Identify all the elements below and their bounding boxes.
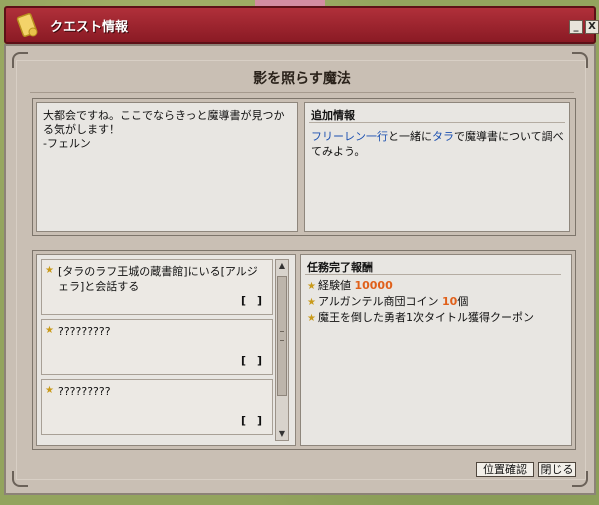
divider: [309, 122, 565, 123]
highlight-party-name: フリーレン一行: [311, 130, 388, 143]
close-window-button[interactable]: X: [585, 20, 599, 34]
quest-dialog-panel: 大都会ですね。ここでならきっと魔導書が見つかる気がします！ -フェルン: [36, 102, 298, 232]
scroll-up-icon[interactable]: ▲: [277, 261, 287, 271]
star-icon: ★: [45, 385, 54, 396]
star-icon: ★: [307, 281, 316, 292]
close-button[interactable]: 閉じる: [538, 462, 576, 477]
reward-panel: 任務完了報酬 ★ 経験値 10000 ★ アルガンテル商団コイン 10個 ★ 魔王を倒…: [300, 254, 572, 446]
reward-item: ★ 経験値 10000: [307, 279, 393, 294]
objective-text: ?????????: [58, 325, 111, 338]
star-icon: ★: [307, 313, 316, 324]
reward-name: 経験値: [317, 279, 351, 292]
additional-info-segment: と一緒に: [388, 130, 432, 143]
objective-scrollbar[interactable]: ▲ ▼: [275, 259, 289, 441]
reward-label: 任務完了報酬: [307, 261, 373, 274]
objective-text: ?????????: [58, 385, 111, 398]
objective-status: [ ]: [240, 294, 262, 307]
reward-item: ★ 魔王を倒した勇者1次タイトル獲得クーポン: [307, 311, 534, 326]
scroll-thumb[interactable]: [277, 276, 287, 396]
window-titlebar[interactable]: クエスト情報 _ X: [4, 6, 599, 44]
objective-item[interactable]: ★ ????????? [ ]: [41, 319, 273, 375]
corner-ornament: [12, 471, 28, 487]
star-icon: ★: [45, 265, 54, 276]
window-title: クエスト情報: [50, 20, 129, 35]
additional-info-text: フリーレン一行と一緒にタラで魔導書について調べてみよう。: [311, 129, 565, 159]
reward-name: アルガンテル商団コイン: [317, 295, 439, 308]
minimize-button[interactable]: _: [569, 20, 583, 34]
reward-name: 魔王を倒した勇者1次タイトル獲得クーポン: [317, 311, 534, 324]
scroll-down-icon[interactable]: ▼: [277, 429, 287, 439]
corner-ornament: [572, 52, 588, 68]
highlight-town-name: タラ: [432, 130, 454, 143]
additional-info-label: 追加情報: [311, 109, 355, 122]
objective-list-panel: ★ [タラのラフ王城の蔵書館]にいる[アルジェラ]と会話する [ ] ★ ???…: [36, 254, 296, 446]
divider: [305, 274, 561, 275]
reward-unit: 個: [457, 295, 469, 308]
divider: [30, 92, 574, 93]
star-icon: ★: [307, 297, 316, 308]
objective-status: [ ]: [240, 354, 262, 367]
corner-ornament: [12, 52, 28, 68]
quest-dialog-text: 大都会ですね。ここでならきっと魔導書が見つかる気がします！ -フェルン: [43, 109, 285, 150]
objective-status: [ ]: [240, 414, 262, 427]
star-icon: ★: [45, 325, 54, 336]
reward-item: ★ アルガンテル商団コイン 10個: [307, 295, 468, 310]
grip-icon: [280, 331, 284, 341]
objective-item[interactable]: ★ [タラのラフ王城の蔵書館]にいる[アルジェラ]と会話する [ ]: [41, 259, 273, 315]
quest-window-body: 影を照らす魔法 大都会ですね。ここでならきっと魔導書が見つかる気がします！ -フ…: [4, 44, 596, 495]
reward-amount: 10: [442, 295, 458, 308]
objective-text: [タラのラフ王城の蔵書館]にいる[アルジェラ]と会話する: [58, 265, 258, 293]
location-check-button[interactable]: 位置確認: [476, 462, 534, 477]
quest-title: 影を照らす魔法: [253, 71, 351, 87]
scroll-icon: [16, 13, 38, 37]
objective-item[interactable]: ★ ????????? [ ]: [41, 379, 273, 435]
additional-info-panel: 追加情報 フリーレン一行と一緒にタラで魔導書について調べてみよう。: [304, 102, 570, 232]
reward-amount: 10000: [354, 279, 393, 292]
